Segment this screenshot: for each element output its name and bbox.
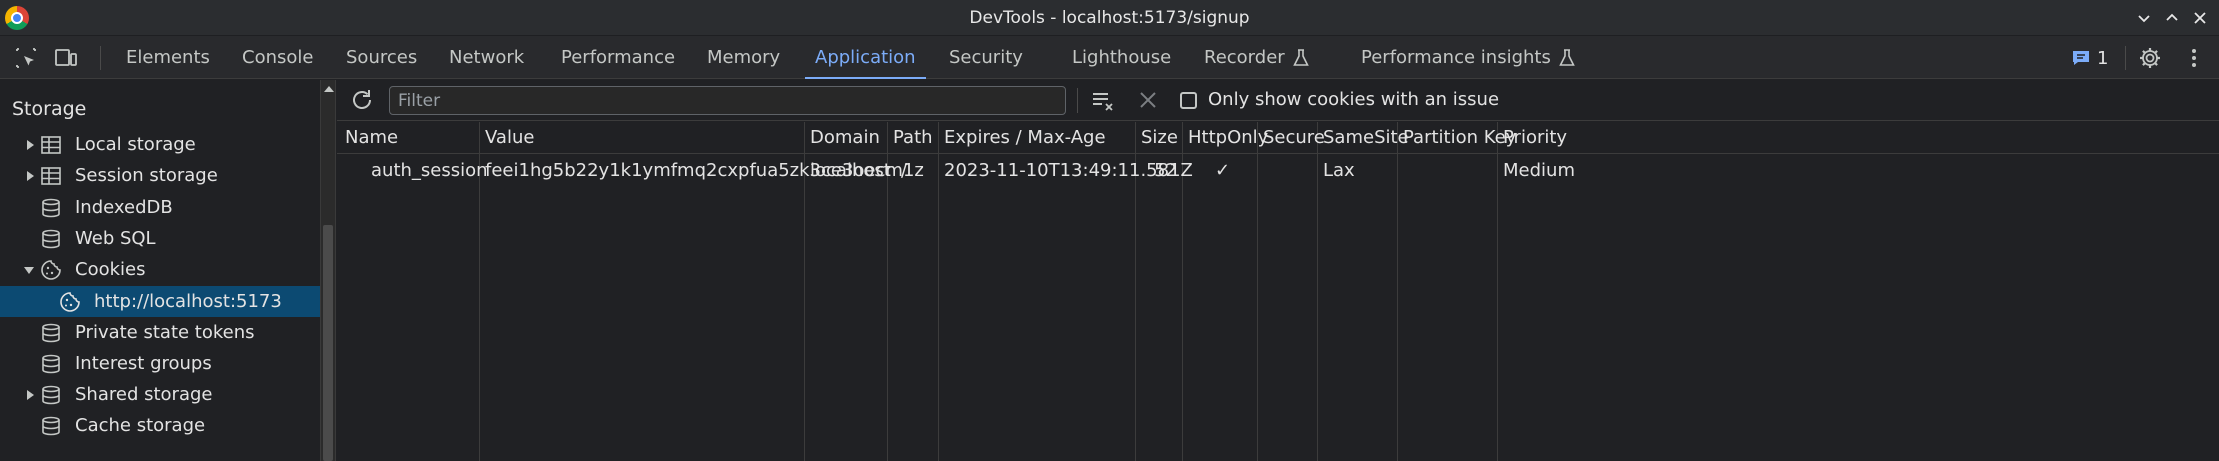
sidebar-item-cache-storage[interactable]: Cache storage <box>0 410 320 441</box>
caret-right-icon[interactable] <box>25 139 35 150</box>
sidebar-item-label: http://localhost:5173 <box>94 291 282 312</box>
refresh-icon[interactable] <box>349 87 375 113</box>
tab-network[interactable]: Network <box>449 36 524 79</box>
cell-samesite[interactable]: Lax <box>1323 160 1355 181</box>
devtools-tab-bar: Elements Console Sources Network Perform… <box>0 36 2219 79</box>
toolbar-divider <box>1077 88 1078 113</box>
clear-all-icon[interactable] <box>1090 88 1116 114</box>
cell-path[interactable]: / <box>901 160 907 181</box>
tab-lighthouse[interactable]: Lighthouse <box>1072 36 1171 79</box>
flask-icon <box>1559 49 1575 66</box>
table-icon <box>41 135 61 154</box>
column-header-value[interactable]: Value <box>485 127 534 148</box>
sidebar-scrollbar[interactable] <box>320 80 336 461</box>
tab-recorder-label: Recorder <box>1204 47 1285 68</box>
sidebar-item-label: Shared storage <box>75 384 213 405</box>
cell-size[interactable]: 52 <box>1147 160 1177 181</box>
chevron-down-icon[interactable] <box>2130 4 2158 32</box>
column-header-domain[interactable]: Domain <box>810 127 880 148</box>
flask-icon <box>1292 49 1309 66</box>
sidebar-item-label: Local storage <box>75 134 196 155</box>
sidebar-item-local-storage[interactable]: Local storage <box>0 129 320 160</box>
column-header-name[interactable]: Name <box>345 127 398 148</box>
tab-performance-insights-label: Performance insights <box>1361 47 1551 68</box>
column-header-size[interactable]: Size <box>1141 127 1178 148</box>
sidebar-heading-storage: Storage <box>12 98 87 120</box>
more-options-icon[interactable] <box>2181 45 2207 71</box>
only-issues-checkbox[interactable] <box>1180 92 1197 109</box>
sidebar-item-label: IndexedDB <box>75 197 173 218</box>
database-icon <box>42 323 60 342</box>
tab-console[interactable]: Console <box>242 36 313 79</box>
column-header-partition-key[interactable]: Partition Key <box>1403 127 1516 148</box>
maximize-icon[interactable] <box>2158 4 2186 32</box>
close-icon[interactable] <box>2186 4 2214 32</box>
issues-count: 1 <box>2097 47 2109 69</box>
database-icon <box>42 198 60 217</box>
sidebar-item-cookie-origin[interactable]: http://localhost:5173 <box>0 286 320 317</box>
database-icon <box>42 385 60 404</box>
caret-down-icon[interactable] <box>24 265 34 275</box>
database-icon <box>42 229 60 248</box>
cell-name[interactable]: auth_session <box>371 160 488 181</box>
application-sidebar: Storage Local storage Session storage In… <box>0 80 320 461</box>
cell-priority[interactable]: Medium <box>1503 160 1575 181</box>
column-header-httponly[interactable]: HttpOnly <box>1188 127 1268 148</box>
sidebar-item-session-storage[interactable]: Session storage <box>0 160 320 191</box>
sidebar-item-web-sql[interactable]: Web SQL <box>0 223 320 254</box>
sidebar-item-label: Cookies <box>75 259 146 280</box>
tab-performance[interactable]: Performance <box>561 36 675 79</box>
sidebar-item-label: Web SQL <box>75 228 156 249</box>
tab-sources[interactable]: Sources <box>346 36 417 79</box>
column-header-secure[interactable]: Secure <box>1263 127 1325 148</box>
column-header-path[interactable]: Path <box>893 127 933 148</box>
sidebar-item-label: Session storage <box>75 165 218 186</box>
filter-input[interactable] <box>389 86 1066 115</box>
sidebar-item-indexeddb[interactable]: IndexedDB <box>0 192 320 223</box>
scrollbar-thumb[interactable] <box>323 225 333 461</box>
cell-domain[interactable]: localhost <box>810 160 891 181</box>
toolbar-divider <box>100 46 101 70</box>
only-issues-label: Only show cookies with an issue <box>1208 89 1500 110</box>
cookies-panel: Only show cookies with an issue Name Val… <box>337 80 2219 461</box>
tab-security[interactable]: Security <box>949 36 1023 79</box>
sidebar-item-private-state-tokens[interactable]: Private state tokens <box>0 317 320 348</box>
database-icon <box>42 416 60 435</box>
tab-performance-insights[interactable]: Performance insights <box>1361 36 1575 79</box>
sidebar-item-shared-storage[interactable]: Shared storage <box>0 379 320 410</box>
message-icon <box>2073 51 2089 65</box>
tab-recorder[interactable]: Recorder <box>1204 36 1309 79</box>
column-header-samesite[interactable]: SameSite <box>1323 127 1409 148</box>
sidebar-item-label: Private state tokens <box>75 322 255 343</box>
database-icon <box>42 354 60 373</box>
title-bar: DevTools - localhost:5173/signup <box>0 0 2219 36</box>
scroll-up-arrow-icon[interactable] <box>324 86 334 92</box>
column-header-priority[interactable]: Priority <box>1503 127 1567 148</box>
caret-right-icon[interactable] <box>25 389 35 400</box>
tab-application[interactable]: Application <box>805 36 926 79</box>
issues-counter[interactable]: 1 <box>2071 46 2108 70</box>
inspect-element-icon[interactable] <box>13 45 39 71</box>
sidebar-item-cookies[interactable]: Cookies <box>0 254 320 285</box>
window-title: DevTools - localhost:5173/signup <box>969 8 1250 28</box>
sidebar-item-label: Interest groups <box>75 353 212 374</box>
device-toolbar-icon[interactable] <box>53 45 79 71</box>
table-icon <box>41 166 61 185</box>
gear-icon[interactable] <box>2137 45 2163 71</box>
cookies-toolbar: Only show cookies with an issue <box>337 80 2219 121</box>
cookie-icon <box>60 291 80 312</box>
tab-elements[interactable]: Elements <box>126 36 210 79</box>
sidebar-item-label: Cache storage <box>75 415 206 436</box>
column-header-expires[interactable]: Expires / Max-Age <box>944 127 1106 148</box>
cookies-table: Name Value Domain Path Expires / Max-Age… <box>337 122 2219 461</box>
sidebar-item-interest-groups[interactable]: Interest groups <box>0 348 320 379</box>
tab-memory[interactable]: Memory <box>707 36 780 79</box>
delete-selected-icon[interactable] <box>1137 89 1159 111</box>
cell-httponly-check[interactable]: ✓ <box>1188 160 1257 181</box>
caret-right-icon[interactable] <box>25 170 35 181</box>
cookie-icon <box>41 259 61 280</box>
toolbar-divider <box>2125 46 2126 70</box>
